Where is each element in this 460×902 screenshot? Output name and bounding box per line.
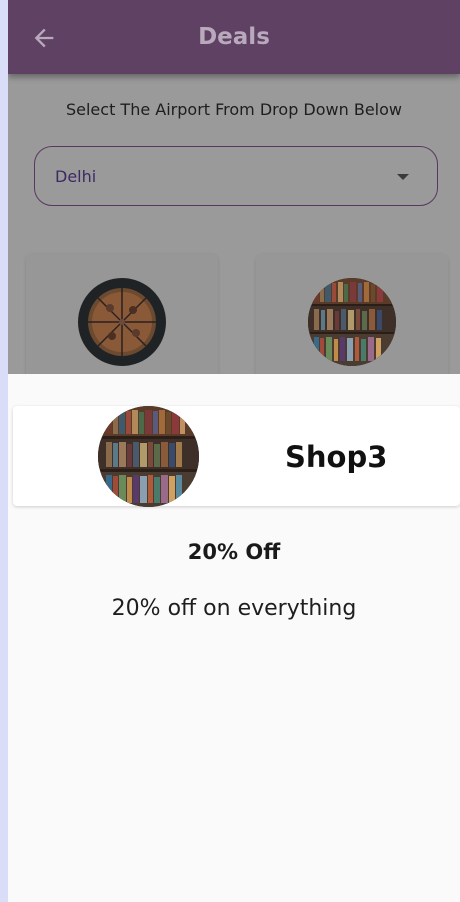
- deal-title: 20% Off: [187, 540, 281, 564]
- pizza-thumbnail: [78, 278, 166, 366]
- deal-description: 20% off on everything: [111, 596, 357, 621]
- bookshelf-thumbnail: [308, 278, 396, 366]
- caret-down-icon: [397, 174, 409, 180]
- bookshelf-thumbnail: [98, 406, 199, 507]
- airport-dropdown-value: Delhi: [55, 167, 97, 186]
- selected-shop-card: Shop3: [13, 406, 460, 507]
- airport-dropdown[interactable]: Delhi: [34, 146, 438, 206]
- shop-name: Shop3: [285, 440, 388, 474]
- page-title: Deals: [198, 24, 270, 50]
- deal-bottom-sheet: Shop3 20% Off 20% off on everything: [8, 374, 460, 902]
- deals-screen: Deals Select The Airport From Drop Down …: [8, 0, 460, 902]
- app-bar: Deals: [8, 0, 460, 74]
- airport-instruction: Select The Airport From Drop Down Below: [65, 100, 402, 119]
